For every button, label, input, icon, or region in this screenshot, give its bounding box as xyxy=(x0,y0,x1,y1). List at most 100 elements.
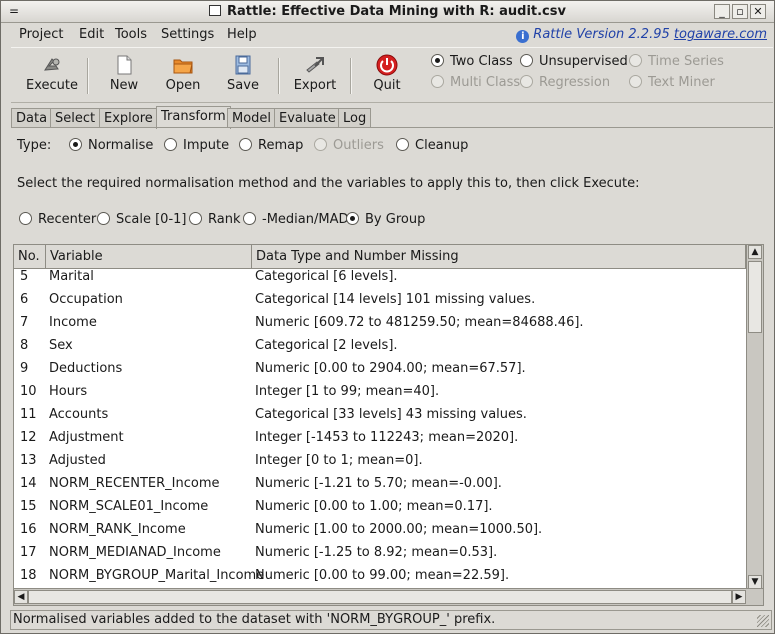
row-data-type: Categorical [6 levels]. xyxy=(255,269,398,284)
method-scale01[interactable]: Scale [0-1] xyxy=(97,212,186,227)
row-number: 13 xyxy=(20,453,37,468)
toolbar: Execute New Open Save Export Quit Two Cl… xyxy=(11,47,773,103)
tab-evaluate[interactable]: Evaluate xyxy=(274,108,341,128)
table-row[interactable]: 16 NORM_RANK_Income Numeric [1.00 to 2000.… xyxy=(14,520,746,543)
row-variable: Adjustment xyxy=(49,430,124,445)
vertical-scrollbar[interactable]: ▲ ▼ xyxy=(746,245,763,589)
scroll-thumb[interactable] xyxy=(748,261,762,333)
row-variable: Adjusted xyxy=(49,453,106,468)
row-data-type: Numeric [0.00 to 99.00; mean=22.59]. xyxy=(255,568,510,583)
tab-explore[interactable]: Explore xyxy=(99,108,158,128)
row-number: 14 xyxy=(20,476,37,491)
menu-edit[interactable]: Edit xyxy=(79,27,104,42)
row-variable: Occupation xyxy=(49,292,123,307)
table-row[interactable]: 18 NORM_BYGROUP_Marital_Income Numeric [0.… xyxy=(14,566,746,589)
row-data-type: Numeric [-1.25 to 8.92; mean=0.53]. xyxy=(255,545,498,560)
tab-model[interactable]: Model xyxy=(227,108,277,128)
version-text: Rattle Version 2.2.95 xyxy=(533,27,674,42)
table-row[interactable]: 15 NORM_SCALE01_Income Numeric [0.00 to 1.… xyxy=(14,497,746,520)
resize-grip-icon[interactable] xyxy=(757,615,769,627)
horizontal-scrollbar[interactable]: ◀ ▶ xyxy=(14,588,763,605)
radio-icon xyxy=(629,75,642,88)
row-data-type: Integer [1 to 99; mean=40]. xyxy=(255,384,440,399)
method-by-group-label: By Group xyxy=(365,212,426,227)
menu-settings[interactable]: Settings xyxy=(161,27,214,42)
export-icon xyxy=(306,57,324,73)
mode-two-class[interactable]: Two Class xyxy=(431,54,513,69)
menu-help[interactable]: Help xyxy=(227,27,257,42)
table-row[interactable]: 17 NORM_MEDIANAD_Income Numeric [-1.25 to … xyxy=(14,543,746,566)
row-variable: NORM_RANK_Income xyxy=(49,522,186,537)
radio-icon xyxy=(164,138,177,151)
row-variable: Income xyxy=(49,315,97,330)
save-button[interactable]: Save xyxy=(214,54,272,93)
tab-select[interactable]: Select xyxy=(50,108,101,128)
table-row[interactable]: 11 Accounts Categorical [33 levels] 43 mis… xyxy=(14,405,746,428)
execute-button[interactable]: Execute xyxy=(23,54,81,93)
header-variable[interactable]: Variable xyxy=(46,245,252,269)
table-row[interactable]: 5 Marital Categorical [6 levels]. xyxy=(14,269,746,290)
row-number: 18 xyxy=(20,568,37,583)
type-impute[interactable]: Impute xyxy=(164,138,229,153)
type-normalise[interactable]: Normalise xyxy=(69,138,153,153)
method-median-mad[interactable]: -Median/MAD xyxy=(243,212,348,227)
table-row[interactable]: 12 Adjustment Integer [-1453 to 112243; me… xyxy=(14,428,746,451)
header-no[interactable]: No. xyxy=(14,245,46,269)
tab-log[interactable]: Log xyxy=(338,108,372,128)
type-outliers: Outliers xyxy=(314,138,384,153)
variables-table: No. Variable Data Type and Number Missin… xyxy=(13,244,764,606)
row-variable: Sex xyxy=(49,338,73,353)
save-label: Save xyxy=(227,78,259,93)
header-data-type[interactable]: Data Type and Number Missing xyxy=(252,245,746,269)
toolbar-separator xyxy=(278,58,280,94)
table-row[interactable]: 14 NORM_RECENTER_Income Numeric [-1.21 to … xyxy=(14,474,746,497)
scroll-up-icon[interactable]: ▲ xyxy=(748,245,762,259)
table-row[interactable]: 6 Occupation Categorical [14 levels] 101 m… xyxy=(14,290,746,313)
table-row[interactable]: 8 Sex Categorical [2 levels]. xyxy=(14,336,746,359)
menu-bar: Project Edit Tools Settings Help i Rattle… xyxy=(11,24,773,45)
row-data-type: Categorical [2 levels]. xyxy=(255,338,398,353)
scroll-right-icon[interactable]: ▶ xyxy=(732,590,746,604)
table-row[interactable]: 7 Income Numeric [609.72 to 481259.50; mea… xyxy=(14,313,746,336)
radio-icon xyxy=(520,75,533,88)
new-button[interactable]: New xyxy=(95,54,153,93)
quit-button[interactable]: Quit xyxy=(358,54,416,93)
scroll-down-icon[interactable]: ▼ xyxy=(748,575,762,589)
row-number: 16 xyxy=(20,522,37,537)
row-number: 17 xyxy=(20,545,37,560)
menu-tools[interactable]: Tools xyxy=(115,27,147,42)
row-number: 6 xyxy=(20,292,29,307)
mode-time-series-label: Time Series xyxy=(648,54,724,69)
power-icon xyxy=(376,54,398,76)
table-row[interactable]: 10 Hours Integer [1 to 99; mean=40]. xyxy=(14,382,746,405)
table-row[interactable]: 13 Adjusted Integer [0 to 1; mean=0]. xyxy=(14,451,746,474)
scroll-left-icon[interactable]: ◀ xyxy=(14,590,28,604)
row-variable: Accounts xyxy=(49,407,109,422)
maximize-button[interactable]: ▫ xyxy=(732,4,748,19)
close-button[interactable]: ✕ xyxy=(750,4,766,19)
menu-project[interactable]: Project xyxy=(19,27,63,42)
hscroll-thumb[interactable] xyxy=(28,590,732,604)
togaware-link[interactable]: togaware.com xyxy=(674,27,767,42)
row-variable: Hours xyxy=(49,384,88,399)
status-text: Normalised variables added to the datase… xyxy=(13,612,496,627)
row-variable: NORM_SCALE01_Income xyxy=(49,499,209,514)
radio-icon xyxy=(520,54,533,67)
method-by-group[interactable]: By Group xyxy=(346,212,425,227)
type-cleanup[interactable]: Cleanup xyxy=(396,138,468,153)
open-button[interactable]: Open xyxy=(154,54,212,93)
export-button[interactable]: Export xyxy=(286,54,344,93)
type-cleanup-label: Cleanup xyxy=(415,138,469,153)
mode-unsupervised[interactable]: Unsupervised xyxy=(520,54,628,69)
table-rows: 5 Marital Categorical [6 levels]. 6 Occupati… xyxy=(14,269,746,589)
type-remap-label: Remap xyxy=(258,138,304,153)
table-row[interactable]: 9 Deductions Numeric [0.00 to 2904.00; mea… xyxy=(14,359,746,382)
row-data-type: Integer [-1453 to 112243; mean=2020]. xyxy=(255,430,519,445)
method-recenter[interactable]: Recenter xyxy=(19,212,96,227)
type-remap[interactable]: Remap xyxy=(239,138,303,153)
minimize-button[interactable]: _ xyxy=(714,4,730,19)
tab-data[interactable]: Data xyxy=(11,108,53,128)
save-icon xyxy=(235,55,251,75)
tab-transform[interactable]: Transform xyxy=(156,106,231,129)
method-rank[interactable]: Rank xyxy=(189,212,240,227)
